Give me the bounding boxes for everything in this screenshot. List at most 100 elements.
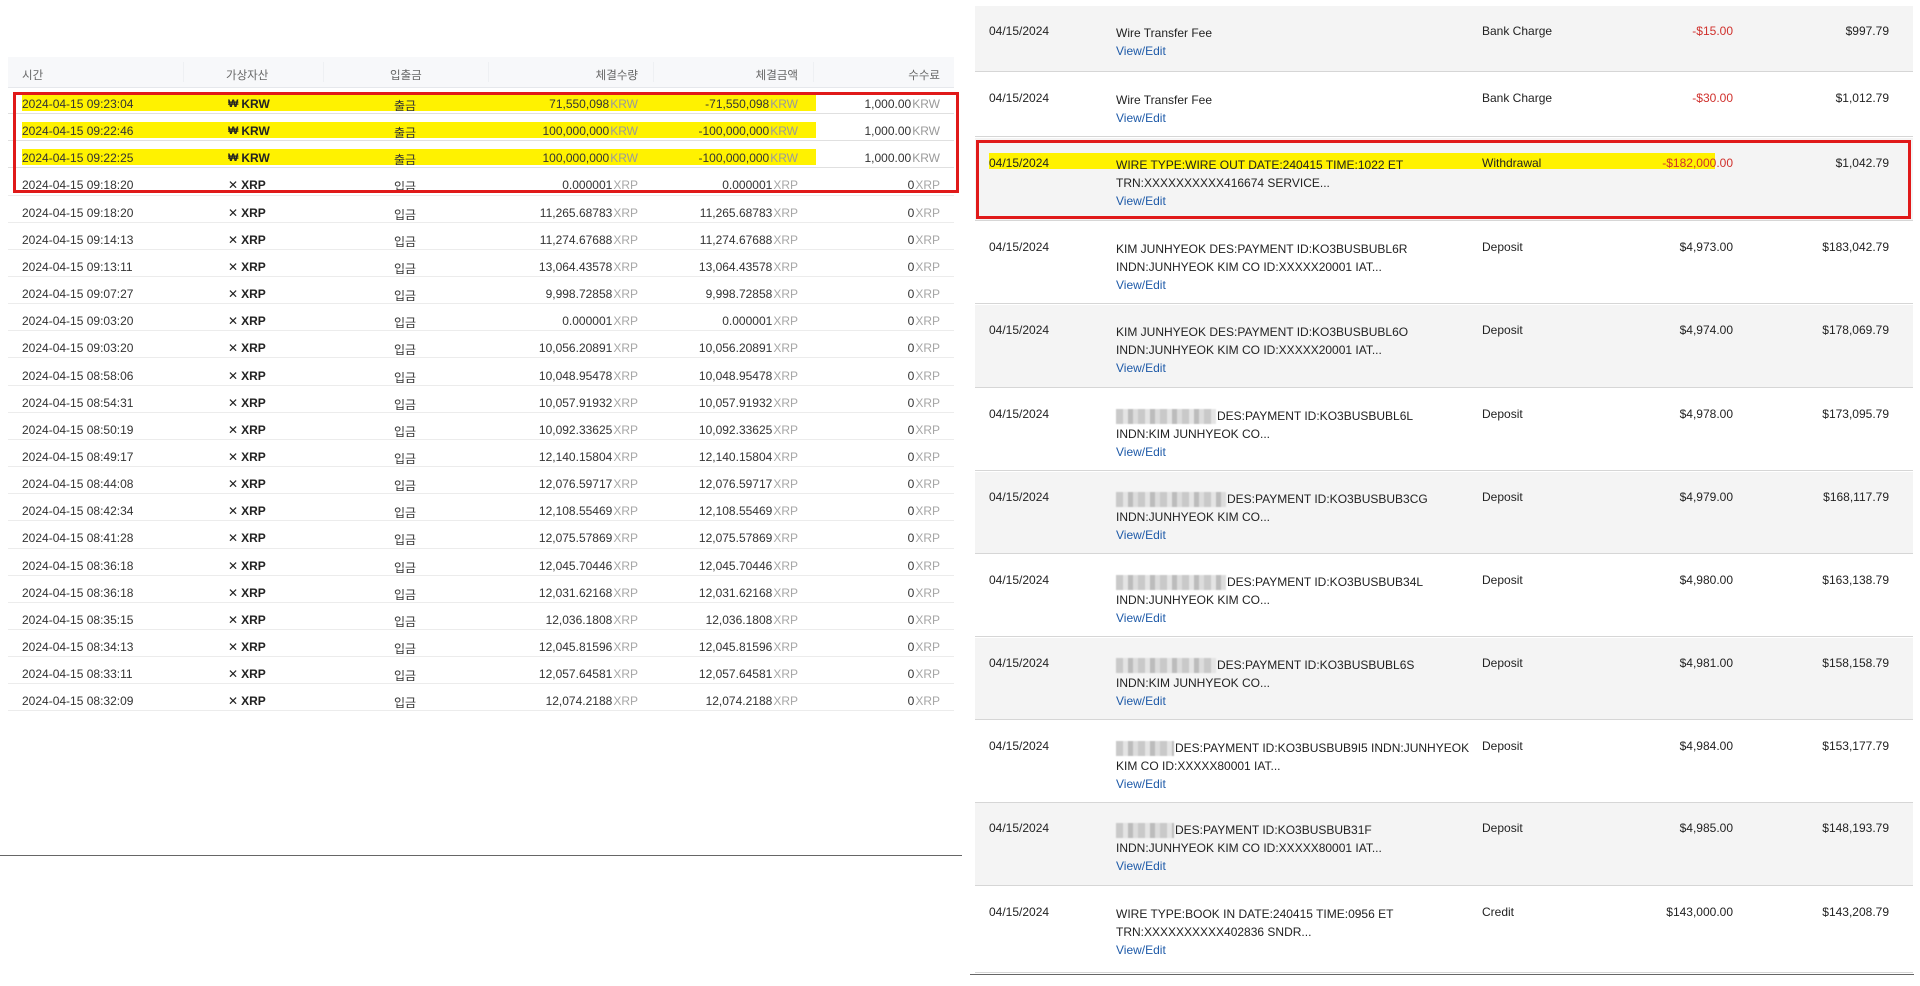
view-edit-link[interactable]: View/Edit: [1116, 359, 1476, 377]
view-edit-link[interactable]: View/Edit: [1116, 109, 1476, 127]
row-fee-value: 0: [907, 178, 915, 193]
table-row[interactable]: 2024-04-15 08:36:18 ✕ XRP 입금 12,031.62168XRP…: [8, 576, 954, 603]
table-row[interactable]: 2024-04-15 09:13:11 ✕ XRP 입금 13,064.43578XRP…: [8, 250, 954, 278]
row-fee-unit: XRP: [915, 232, 940, 247]
view-edit-link[interactable]: View/Edit: [1116, 192, 1476, 210]
table-row[interactable]: 2024-04-15 08:50:19 ✕ XRP 입금 10,092.33625XRP…: [8, 413, 954, 440]
table-row[interactable]: 2024-04-15 08:33:11 ✕ XRP 입금 12,057.64581XRP…: [8, 657, 954, 685]
bank-table-bottom-border: [970, 974, 1914, 975]
table-row[interactable]: 2024-04-15 09:03:20 ✕ XRP 입금 10,056.20891XRP…: [8, 331, 954, 359]
row-qty-value: 12,045.81596: [538, 640, 613, 654]
header-qty[interactable]: 체결수량: [596, 67, 638, 83]
row-asset: ✕ XRP: [228, 369, 266, 383]
view-edit-link[interactable]: View/Edit: [1116, 42, 1476, 60]
transaction-row[interactable]: 04/15/2024 Wire Transfer Fee View/Edit Bank…: [975, 73, 1913, 137]
transaction-amount: $4,978.00: [1679, 407, 1733, 421]
table-row[interactable]: 2024-04-15 08:54:31 ✕ XRP 입금 10,057.91932XRP…: [8, 386, 954, 413]
table-row[interactable]: 2024-04-15 09:23:04 ₩ KRW 출금 71,550,098KRW -7…: [8, 87, 954, 115]
table-row[interactable]: 2024-04-15 09:22:46 ₩ KRW 출금 100,000,000KRW -…: [8, 114, 954, 142]
row-amount-unit: XRP: [773, 612, 798, 627]
row-asset: ✕ XRP: [228, 667, 266, 681]
row-amount-value: 12,140.15804: [698, 449, 773, 464]
table-row[interactable]: 2024-04-15 08:41:28 ✕ XRP 입금 12,075.57869XRP…: [8, 521, 954, 549]
row-qty-unit: XRP: [613, 232, 638, 247]
row-type: 입금: [394, 669, 417, 684]
row-amount-value: -100,000,000: [698, 151, 770, 166]
table-row[interactable]: 2024-04-15 09:03:20 ✕ XRP 입금 0.000001XRP 0.00…: [8, 304, 954, 332]
table-row[interactable]: 2024-04-15 08:34:13 ✕ XRP 입금 12,045.81596XRP…: [8, 630, 954, 658]
row-qty-value: 11,274.67688: [539, 232, 613, 247]
row-asset: ✕ XRP: [228, 477, 266, 491]
header-fee[interactable]: 수수료: [908, 67, 940, 83]
transaction-row[interactable]: 04/15/2024 KIM JUNHYEOK DES:PAYMENT ID:KO…: [975, 222, 1913, 304]
view-edit-link[interactable]: View/Edit: [1116, 692, 1476, 710]
row-qty-unit: XRP: [613, 259, 638, 274]
table-row[interactable]: 2024-04-15 09:14:13 ✕ XRP 입금 11,274.67688XRP…: [8, 223, 954, 250]
table-row[interactable]: 2024-04-15 08:58:06 ✕ XRP 입금 10,048.95478XRP…: [8, 359, 954, 386]
row-fee-value: 0: [907, 477, 915, 492]
view-edit-link[interactable]: View/Edit: [1116, 276, 1476, 294]
table-row[interactable]: 2024-04-15 09:22:25 ₩ KRW 출금 100,000,000KRW -…: [8, 141, 954, 169]
row-asset-code: XRP: [241, 558, 266, 573]
row-fee-value: 0: [907, 395, 915, 410]
row-time: 2024-04-15 09:18:20: [22, 205, 134, 220]
view-edit-link[interactable]: View/Edit: [1116, 443, 1476, 461]
row-qty: 12,045.81596XRP: [539, 640, 638, 654]
transaction-row[interactable]: 04/15/2024 DES:PAYMENT ID:KO3BUSBUB31F IND…: [975, 803, 1913, 886]
xrp-icon: ✕: [228, 422, 239, 437]
description-line: WIRE TYPE:WIRE OUT DATE:240415 TIME:1022…: [1116, 156, 1476, 174]
header-type[interactable]: 입출금: [390, 67, 422, 83]
row-qty-unit: XRP: [613, 585, 638, 600]
table-row[interactable]: 2024-04-15 09:18:20 ✕ XRP 입금 11,265.68783XRP…: [8, 196, 954, 223]
view-edit-link[interactable]: View/Edit: [1116, 609, 1476, 627]
transaction-row[interactable]: 04/15/2024 DES:PAYMENT ID:KO3BUSBUBL6S IND…: [975, 638, 1913, 720]
row-qty-value: 12,074.2188: [545, 694, 613, 709]
transaction-description: KIM JUNHYEOK DES:PAYMENT ID:KO3BUSBUBL6O…: [1116, 323, 1476, 377]
transaction-row[interactable]: 04/15/2024 DES:PAYMENT ID:KO3BUSBUBL6L IND…: [975, 389, 1913, 471]
header-time[interactable]: 시간: [22, 67, 43, 83]
view-edit-link[interactable]: View/Edit: [1116, 526, 1476, 544]
transaction-row[interactable]: 04/15/2024 KIM JUNHYEOK DES:PAYMENT ID:KO…: [975, 305, 1913, 388]
row-time: 2024-04-15 08:49:17: [22, 449, 134, 464]
table-row[interactable]: 2024-04-15 08:36:18 ✕ XRP 입금 12,045.70446XRP…: [8, 549, 954, 576]
transaction-amount: $4,980.00: [1679, 573, 1733, 587]
table-row[interactable]: 2024-04-15 08:44:08 ✕ XRP 입금 12,076.59717XRP…: [8, 467, 954, 495]
transaction-amount: $4,981.00: [1679, 656, 1733, 670]
running-balance: $173,095.79: [1822, 407, 1889, 421]
table-row[interactable]: 2024-04-15 08:42:34 ✕ XRP 입금 12,108.55469XRP…: [8, 494, 954, 522]
row-fee: 1,000.00KRW: [865, 151, 941, 165]
row-fee-value: 0: [907, 341, 915, 356]
view-edit-link[interactable]: View/Edit: [1116, 775, 1476, 793]
transaction-row[interactable]: 04/15/2024 WIRE TYPE:BOOK IN DATE:240415 …: [975, 887, 1913, 973]
transaction-row[interactable]: 04/15/2024 DES:PAYMENT ID:KO3BUSBUB9I5 IN…: [975, 721, 1913, 803]
row-amount: 12,075.57869XRP: [699, 531, 798, 545]
transaction-row[interactable]: 04/15/2024 DES:PAYMENT ID:KO3BUSBUB34L IND…: [975, 555, 1913, 637]
description-text: DES:PAYMENT ID:KO3BUSBUBL6S: [1217, 658, 1415, 672]
row-type: 입금: [394, 560, 417, 575]
transaction-category: Deposit: [1482, 240, 1523, 254]
exchange-history-panel: 시간 가상자산 입출금 체결수량 체결금액 수수료: [0, 57, 962, 88]
row-amount-unit: XRP: [773, 205, 798, 220]
view-edit-link[interactable]: View/Edit: [1116, 941, 1476, 959]
row-fee: 0XRP: [908, 613, 940, 627]
row-asset: ✕ XRP: [228, 531, 266, 545]
row-type: 입금: [394, 424, 417, 439]
description-text: DES:PAYMENT ID:KO3BUSBUBL6L: [1217, 409, 1414, 423]
table-row[interactable]: 2024-04-15 08:35:15 ✕ XRP 입금 12,036.1808XRP 1…: [8, 603, 954, 630]
header-amount[interactable]: 체결금액: [756, 67, 798, 83]
header-asset[interactable]: 가상자산: [226, 67, 268, 83]
view-edit-link[interactable]: View/Edit: [1116, 857, 1476, 875]
table-row[interactable]: 2024-04-15 08:32:09 ✕ XRP 입금 12,074.2188XRP 1…: [8, 684, 954, 712]
row-fee: 0XRP: [908, 640, 940, 654]
transaction-row[interactable]: 04/15/2024 Wire Transfer Fee View/Edit Bank…: [975, 6, 1913, 72]
transaction-row[interactable]: 04/15/2024 DES:PAYMENT ID:KO3BUSBUB3CG IND…: [975, 472, 1913, 554]
row-qty-value: 10,092.33625: [538, 422, 613, 437]
transaction-row[interactable]: 04/15/2024 WIRE TYPE:WIRE OUT DATE:240415…: [975, 138, 1913, 221]
row-asset: ✕ XRP: [228, 504, 266, 518]
row-type: 출금: [394, 153, 417, 168]
row-fee: 0XRP: [908, 206, 940, 220]
table-row[interactable]: 2024-04-15 08:49:17 ✕ XRP 입금 12,140.15804XRP…: [8, 440, 954, 468]
row-qty-unit: XRP: [613, 341, 638, 356]
table-row[interactable]: 2024-04-15 09:18:20 ✕ XRP 입금 0.000001XRP 0.00…: [8, 168, 954, 196]
table-row[interactable]: 2024-04-15 09:07:27 ✕ XRP 입금 9,998.72858XRP 9…: [8, 277, 954, 305]
